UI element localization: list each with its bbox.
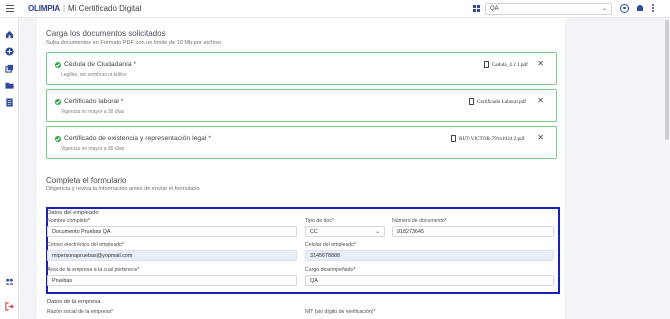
document-name: Certificado de existencia y representaci… xyxy=(64,135,211,142)
full-name-input[interactable]: Documento Pruebas QA xyxy=(47,226,297,237)
file-name[interactable]: RUT-VICTOR-791n1024 2.pdf xyxy=(459,136,524,142)
check-icon xyxy=(55,99,61,105)
position-input[interactable]: QA xyxy=(305,275,554,286)
form-subtitle: Diligencia y revisa la información antes… xyxy=(46,186,200,192)
document-name: Certificado laboral * xyxy=(64,98,124,105)
form-title: Completa el formulario xyxy=(46,176,127,185)
top-bar: OLIMPIA | Mi Certificado Digital QA ⌄ xyxy=(0,0,670,18)
group-icon[interactable] xyxy=(5,277,14,286)
more-icon[interactable] xyxy=(652,4,655,13)
home-icon[interactable] xyxy=(5,30,14,39)
employee-section-title: Datos del empleado xyxy=(47,210,99,216)
position-label: Cargo desempeñado* xyxy=(305,267,356,273)
environment-select[interactable]: QA ⌄ xyxy=(485,3,612,15)
full-name-label: Nombre completo* xyxy=(47,218,90,224)
doc-number-label: Número de documento* xyxy=(392,218,447,224)
chevron-down-icon: ⌄ xyxy=(601,6,607,12)
menu-icon[interactable] xyxy=(6,5,14,12)
document-icon[interactable] xyxy=(5,98,14,107)
document-card: Certificado laboral * Vigencia no mayor … xyxy=(46,89,557,122)
document-hint: Vigencia no mayor a 30 días xyxy=(61,146,125,152)
document-card: Certificado de existencia y representaci… xyxy=(46,126,557,159)
doc-type-select[interactable]: CC ⌄ xyxy=(305,226,385,237)
document-name: Cédula de Ciudadanía * xyxy=(64,61,137,68)
logout-icon[interactable] xyxy=(5,302,14,311)
file-name[interactable]: Cedula_4 2 1.pdf xyxy=(492,62,528,68)
add-circle-icon[interactable] xyxy=(5,47,14,56)
remove-file-button[interactable]: ✕ xyxy=(537,96,544,105)
check-icon xyxy=(55,62,61,68)
phone-input[interactable]: 3145678888 xyxy=(305,250,554,261)
file-name[interactable]: Certificado Laboral.pdf xyxy=(477,99,526,105)
area-label: Área de la empresa a la cual pertenece* xyxy=(47,267,140,273)
folder-icon[interactable] xyxy=(5,81,14,90)
upload-subtitle: Suba documentos en Formato PDF con un lí… xyxy=(46,40,222,46)
sidebar xyxy=(0,18,19,319)
file-icon xyxy=(469,98,474,105)
phone-label: Celular del empleado* xyxy=(305,242,357,248)
apps-icon[interactable] xyxy=(473,5,481,13)
company-section-title: Datos de la empresa xyxy=(47,299,101,305)
document-hint: Vigencia no mayor a 30 días xyxy=(61,109,125,115)
user-icon[interactable] xyxy=(620,4,629,13)
email-label: Correo electrónico del empleado* xyxy=(47,242,124,248)
remove-file-button[interactable]: ✕ xyxy=(537,133,544,142)
email-input[interactable]: mipersonapruebas@yopmail.com xyxy=(47,250,297,261)
chevron-down-icon: ⌄ xyxy=(374,229,380,235)
app-title: Mi Certificado Digital xyxy=(68,4,142,13)
doc-type-label: Tipo de doc* xyxy=(305,218,334,224)
bell-icon[interactable] xyxy=(636,4,645,13)
file-icon xyxy=(451,135,456,142)
check-icon xyxy=(55,136,61,142)
doc-number-input[interactable]: 918273645 xyxy=(392,226,554,237)
scrollbar[interactable] xyxy=(664,18,670,319)
nit-label: NIT (sin dígito de verificación)* xyxy=(305,309,376,315)
remove-file-button[interactable]: ✕ xyxy=(537,59,544,68)
company-name-label: Razón social de la empresa* xyxy=(47,309,114,315)
document-hint: Legible, sin sombras ni brillos xyxy=(61,72,127,78)
document-card: Cédula de Ciudadanía * Legible, sin somb… xyxy=(46,52,557,85)
logo: OLIMPIA xyxy=(28,4,60,13)
main-panel: Carga los documentos solicitados Suba do… xyxy=(37,18,565,319)
copy-icon[interactable] xyxy=(5,64,14,73)
scrollbar-thumb[interactable] xyxy=(665,20,669,140)
upload-title: Carga los documentos solicitados xyxy=(46,29,166,38)
area-input[interactable]: Pruebas xyxy=(47,275,297,286)
brand: OLIMPIA | Mi Certificado Digital xyxy=(28,4,142,13)
file-icon xyxy=(484,61,489,68)
